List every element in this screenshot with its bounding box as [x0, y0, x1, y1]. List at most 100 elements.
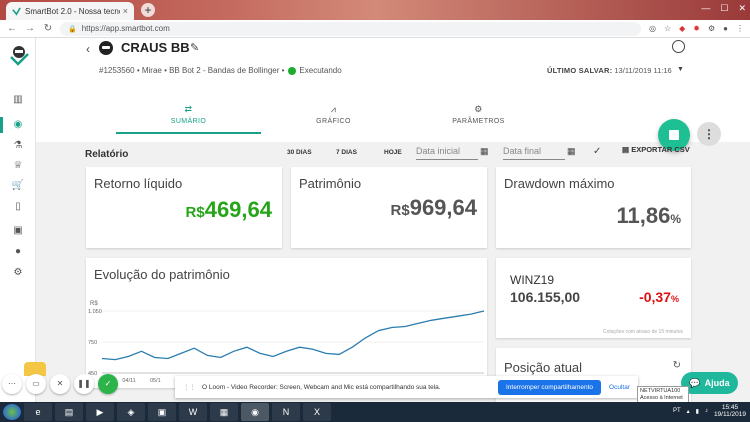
taskbar-ie-icon[interactable]: e — [24, 403, 52, 421]
end-date-field[interactable]: Data final — [503, 146, 565, 160]
network-name: NETVIRTUA100 — [640, 388, 681, 394]
smartbot-favicon-icon — [12, 6, 21, 16]
sidebar-item-store[interactable]: 🛒 — [9, 179, 27, 193]
refresh-icon[interactable]: ↻ — [673, 360, 681, 371]
tab-summary[interactable]: ⇄ SUMÁRIO — [116, 104, 261, 134]
loom-camera-button[interactable]: ▭ — [26, 374, 46, 394]
back-icon[interactable]: ← — [6, 23, 18, 34]
forward-icon[interactable]: → — [24, 23, 36, 34]
bookmark-star-icon[interactable]: ☆ — [664, 24, 671, 33]
taskbar-onenote-icon[interactable]: N — [272, 403, 300, 421]
range-7-days-button[interactable]: 7 DIAS — [336, 149, 357, 156]
net-return-currency: R$ — [185, 204, 205, 221]
net-return-value: R$469,64 — [186, 197, 272, 223]
last-save-value: 13/11/2019 11:16 — [614, 66, 672, 75]
y-axis-unit-label: R$ — [90, 301, 98, 307]
loom-controls: ⋯ ▭ ✕ ❚❚ ✓ — [2, 374, 118, 394]
taskbar-excel-icon[interactable]: X — [303, 403, 331, 421]
start-button[interactable] — [3, 404, 21, 420]
taskbar-app-icon[interactable]: ◈ — [117, 403, 145, 421]
lock-icon: 🔒 — [68, 25, 77, 33]
help-chat-icon: 💬 — [689, 377, 701, 388]
account-circle-icon[interactable] — [672, 40, 685, 53]
x-tick-label: 05/1 — [150, 378, 161, 384]
taskbar-explorer-icon[interactable]: ▤ — [55, 403, 83, 421]
apply-check-icon[interactable]: ✓ — [593, 146, 601, 157]
clock[interactable]: 15:45 19/11/2019 — [714, 404, 746, 418]
bot-status: Executando — [299, 66, 342, 75]
stop-sharing-button[interactable]: Interromper compartilhamento — [497, 379, 602, 395]
chevron-down-icon[interactable]: ▼ — [677, 66, 684, 73]
help-button[interactable]: 💬 Ajuda — [681, 372, 738, 394]
loom-pause-button[interactable]: ❚❚ — [74, 374, 94, 394]
calendar-icon[interactable]: ▦ — [480, 146, 489, 157]
swap-icon: ⇄ — [184, 104, 193, 114]
last-save-info: ÚLTIMO SALVAR: 13/11/2019 11:16 — [547, 66, 672, 75]
network-icon[interactable]: ▮ — [696, 408, 699, 415]
export-csv-button[interactable]: ▤ EXPORTAR CSV — [622, 145, 690, 154]
y-tick-label: 1.050 — [88, 309, 102, 315]
browser-menu-icon[interactable]: ⋮ — [736, 24, 744, 33]
bot-info-line: #1253560 • Mirae • BB Bot 2 - Bandas de … — [99, 66, 342, 75]
trophy-icon: ♕ — [13, 160, 23, 171]
taskbar-terminal-icon[interactable]: ▣ — [148, 403, 176, 421]
sidebar-item-portfolio[interactable]: ▣ — [9, 224, 27, 238]
minimize-icon[interactable]: — — [701, 3, 710, 14]
tab-chart-label: GRÁFICO — [316, 118, 351, 125]
sidebar-item-dashboard[interactable]: ▥ — [9, 93, 27, 107]
reload-icon[interactable]: ↻ — [42, 23, 54, 34]
taskbar-folder-icon[interactable]: ▦ — [210, 403, 238, 421]
back-arrow-icon[interactable]: ‹ — [86, 42, 90, 56]
close-window-icon[interactable]: ✕ — [738, 3, 746, 14]
hide-bar-button[interactable]: Ocultar — [609, 384, 630, 391]
url-field[interactable]: 🔒 https://app.smartbot.com — [60, 21, 641, 36]
loom-more-button[interactable]: ⋯ — [2, 374, 22, 394]
target-icon[interactable]: ◎ — [649, 24, 656, 33]
columns-icon: ▯ — [15, 201, 21, 212]
start-date-placeholder: Data inicial — [416, 146, 461, 156]
net-return-number: 469,64 — [204, 197, 272, 222]
range-30-days-button[interactable]: 30 DIAS — [287, 149, 312, 156]
volume-icon[interactable]: ♪ — [705, 408, 708, 414]
profile-icon[interactable]: ● — [723, 24, 728, 33]
taskbar-chrome-icon[interactable]: ◉ — [241, 403, 269, 421]
user-icon: ● — [14, 246, 22, 257]
sharing-message: O Loom - Video Recorder: Screen, Webcam … — [202, 383, 441, 391]
new-tab-button[interactable]: + — [141, 3, 155, 17]
calendar-icon[interactable]: ▦ — [567, 146, 576, 157]
taskbar-media-icon[interactable]: ▶ — [86, 403, 114, 421]
extension-red-icon[interactable]: ◆ — [679, 24, 685, 33]
sidebar-item-bots[interactable]: ◉ — [9, 118, 27, 132]
tray-arrow-icon[interactable]: ▴ — [687, 408, 690, 415]
url-text: https://app.smartbot.com — [81, 24, 170, 33]
tab-chart[interactable]: ⩘ GRÁFICO — [261, 104, 406, 125]
loom-finish-button[interactable]: ✓ — [98, 374, 118, 394]
sidebar-item-settings[interactable]: ⚙ — [9, 266, 27, 280]
more-options-button[interactable]: ⋮ — [697, 122, 721, 146]
range-today-button[interactable]: HOJE — [384, 149, 402, 156]
sidebar-active-indicator — [0, 117, 3, 133]
edit-pencil-icon[interactable]: ✎ — [190, 41, 199, 54]
sidebar-item-account[interactable]: ● — [9, 245, 27, 259]
loom-cancel-button[interactable]: ✕ — [50, 374, 70, 394]
loom-extension-icon[interactable]: ✹ — [693, 24, 700, 33]
chart-icon: ⩘ — [330, 104, 337, 114]
sidebar-item-ranking[interactable]: ♕ — [9, 159, 27, 173]
taskbar-word-icon[interactable]: W — [179, 403, 207, 421]
start-date-field[interactable]: Data inicial — [416, 146, 478, 160]
cart-icon: 🛒 — [11, 180, 25, 191]
browser-tab[interactable]: SmartBot 2.0 - Nossa tecnologia × — [6, 2, 134, 20]
sidebar-item-compare[interactable]: ▯ — [9, 200, 27, 214]
extension-gear-icon[interactable]: ⚙ — [708, 24, 715, 33]
tab-close-icon[interactable]: × — [123, 6, 128, 16]
address-bar: ← → ↻ 🔒 https://app.smartbot.com ◎ ☆ ◆ ✹… — [0, 20, 750, 38]
language-indicator[interactable]: PT — [673, 408, 681, 414]
extension-icons: ◎ ☆ ◆ ✹ ⚙ ● ⋮ — [649, 24, 744, 33]
bot-id-info: #1253560 • Mirae • BB Bot 2 - Bandas de … — [99, 66, 285, 75]
maximize-icon[interactable]: ☐ — [720, 3, 728, 14]
smartbot-logo[interactable] — [8, 44, 30, 66]
windows-taskbar: e ▤ ▶ ◈ ▣ W ▦ ◉ N X PT ▴ ▮ ♪ 15:45 19/11… — [0, 402, 750, 422]
drag-handle-icon[interactable]: ⋮⋮ — [183, 383, 196, 391]
sidebar-item-backtest[interactable]: ⚗ — [9, 139, 27, 153]
tab-parameters[interactable]: ⚙ PARÂMETROS — [406, 104, 551, 125]
